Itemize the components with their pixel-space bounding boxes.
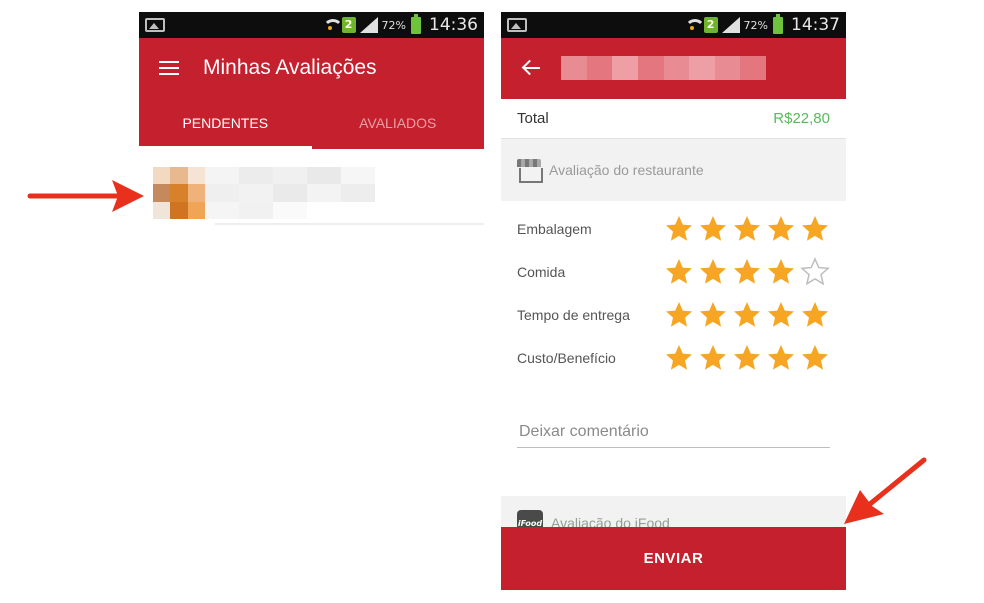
signal-icon (359, 17, 378, 33)
tab-pendentes[interactable]: PENDENTES (139, 99, 312, 149)
star-filled-icon[interactable] (664, 214, 694, 244)
restaurant-logo-pixelated (153, 167, 205, 219)
status-bar: 2 72% 14:37 (501, 12, 846, 38)
star-filled-icon[interactable] (732, 214, 762, 244)
star-filled-icon[interactable] (732, 257, 762, 287)
battery-icon (773, 13, 783, 34)
star-filled-icon[interactable] (664, 300, 694, 330)
network-badge: 2 (341, 17, 356, 33)
screenshot-canvas: 2 72% 14:36 Minhas Avaliações PENDENTES … (0, 0, 984, 603)
gallery-notification-icon (145, 18, 165, 32)
rating-row: Tempo de entrega (517, 293, 830, 336)
comment-input[interactable] (517, 419, 830, 448)
annotation-arrow-right (844, 457, 927, 524)
star-filled-icon[interactable] (800, 214, 830, 244)
network-badge: 2 (703, 17, 718, 33)
wifi-icon (684, 17, 705, 33)
star-filled-icon[interactable] (698, 214, 728, 244)
app-bar: Minhas Avaliações PENDENTES AVALIADOS (139, 38, 484, 149)
page-title: Minhas Avaliações (203, 56, 377, 79)
star-rating (664, 300, 830, 330)
rating-label: Custo/Benefício (517, 349, 616, 366)
star-filled-icon[interactable] (766, 343, 796, 373)
restaurant-rating-header: Avaliação do restaurante (501, 139, 846, 201)
pending-order-item[interactable] (139, 149, 484, 225)
battery-percent: 72% (381, 18, 406, 32)
wifi-icon (322, 17, 343, 33)
star-filled-icon[interactable] (698, 343, 728, 373)
signal-icon (721, 17, 740, 33)
app-bar (501, 38, 846, 99)
star-rating (664, 343, 830, 373)
star-rating (664, 256, 830, 287)
star-filled-icon[interactable] (732, 343, 762, 373)
star-filled-icon[interactable] (664, 257, 694, 287)
tab-bar: PENDENTES AVALIADOS (139, 99, 484, 149)
section-title: Avaliação do restaurante (549, 162, 704, 178)
gallery-notification-icon (507, 18, 527, 32)
rating-list: Embalagem Comida Tempo de entrega Custo/Ben… (501, 201, 846, 379)
star-filled-icon[interactable] (800, 343, 830, 373)
status-clock: 14:36 (429, 15, 478, 35)
rating-row: Embalagem (517, 207, 830, 250)
list-divider (215, 223, 484, 225)
star-empty-icon[interactable] (800, 256, 830, 287)
star-filled-icon[interactable] (766, 257, 796, 287)
store-icon (517, 159, 543, 183)
status-bar: 2 72% 14:36 (139, 12, 484, 38)
rating-row: Comida (517, 250, 830, 293)
rating-row: Custo/Benefício (517, 336, 830, 379)
status-clock: 14:37 (791, 15, 840, 35)
star-filled-icon[interactable] (664, 343, 694, 373)
right-phone-screen: 2 72% 14:37 Total R$22,80 Avaliação do r… (501, 12, 846, 590)
star-filled-icon[interactable] (698, 257, 728, 287)
comment-section (501, 379, 846, 496)
annotation-arrow-left (27, 180, 144, 212)
rating-label: Embalagem (517, 220, 592, 237)
restaurant-name-pixelated (205, 167, 375, 219)
back-arrow-icon[interactable] (521, 58, 541, 78)
star-rating (664, 214, 830, 244)
star-filled-icon[interactable] (766, 300, 796, 330)
rating-label: Tempo de entrega (517, 306, 630, 323)
tab-avaliados[interactable]: AVALIADOS (312, 99, 485, 149)
star-filled-icon[interactable] (698, 300, 728, 330)
total-label: Total (517, 110, 549, 127)
battery-icon (411, 13, 421, 34)
hamburger-menu-icon[interactable] (159, 61, 179, 75)
star-filled-icon[interactable] (766, 214, 796, 244)
star-filled-icon[interactable] (800, 300, 830, 330)
restaurant-title-pixelated (561, 56, 766, 80)
send-button[interactable]: ENVIAR (501, 527, 846, 590)
order-total-row: Total R$22,80 (501, 99, 846, 139)
total-value: R$22,80 (773, 110, 830, 127)
star-filled-icon[interactable] (732, 300, 762, 330)
rating-label: Comida (517, 263, 566, 280)
left-phone-screen: 2 72% 14:36 Minhas Avaliações PENDENTES … (139, 12, 484, 242)
battery-percent: 72% (743, 18, 768, 32)
